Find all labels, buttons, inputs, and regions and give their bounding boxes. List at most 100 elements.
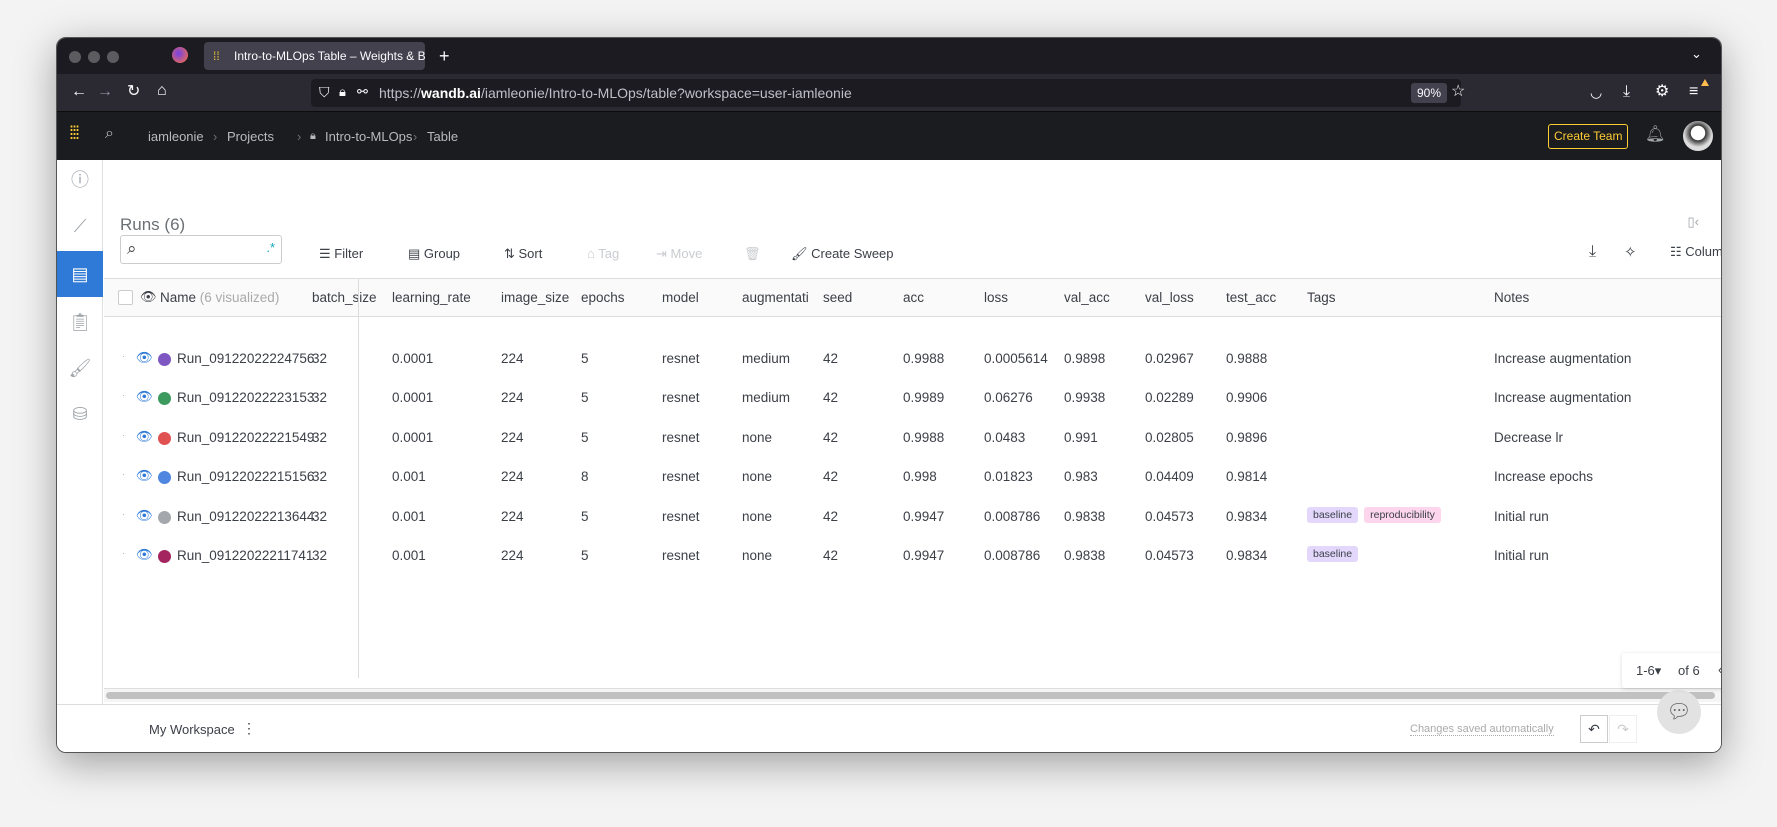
new-tab-button[interactable]: +: [439, 47, 450, 65]
column-header-image_size[interactable]: image_size: [501, 290, 569, 305]
delete-trash-icon[interactable]: 🗑︎: [744, 246, 761, 262]
move-button[interactable]: ⇥ Move: [656, 246, 702, 262]
notes-cell[interactable]: Initial run: [1494, 509, 1549, 524]
row-expand-dot[interactable]: ·: [122, 509, 125, 519]
wandb-logo-icon[interactable]: ⁞⁞⁞: [69, 124, 80, 142]
close-window-button[interactable]: [69, 51, 81, 63]
minimize-window-button[interactable]: [88, 51, 100, 63]
permissions-icon[interactable]: ⚯: [357, 85, 368, 98]
column-header-learning_rate[interactable]: learning_rate: [392, 290, 471, 305]
home-icon[interactable]: ⌂: [157, 83, 167, 99]
run-color-dot[interactable]: [158, 471, 171, 485]
sort-button[interactable]: ⇅ Sort: [504, 246, 542, 262]
avatar[interactable]: [1683, 121, 1713, 151]
tag-baseline[interactable]: baseline: [1307, 546, 1359, 562]
workspace-menu-icon[interactable]: ⋮: [242, 720, 256, 737]
maximize-window-button[interactable]: [107, 51, 119, 63]
run-name[interactable]: Run_09122022223153: [177, 390, 314, 405]
row-expand-dot[interactable]: ·: [122, 430, 125, 440]
run-color-dot[interactable]: [158, 510, 171, 524]
page-size-select[interactable]: 1-6▾: [1636, 663, 1661, 679]
row-expand-dot[interactable]: ·: [122, 548, 125, 558]
visibility-eye-icon[interactable]: 👁︎: [136, 350, 153, 366]
visibility-eye-icon[interactable]: 👁︎: [136, 468, 153, 484]
downloads-icon[interactable]: ⤓: [1623, 84, 1630, 100]
lock-icon[interactable]: 🔒︎: [339, 85, 346, 98]
overview-info-icon[interactable]: ⓘ: [57, 160, 103, 200]
download-icon[interactable]: ⤓: [1589, 243, 1596, 261]
row-expand-dot[interactable]: ·: [122, 390, 125, 400]
tag-baseline[interactable]: baseline: [1307, 506, 1359, 523]
group-button[interactable]: ▤ Group: [408, 246, 460, 262]
chat-support-icon[interactable]: 💬︎: [1657, 690, 1701, 734]
column-header-augmentati[interactable]: augmentati: [742, 290, 818, 305]
table-row[interactable]: · 👁︎ Run_09122022223153 32 0.0001 224 5 resne…: [104, 379, 1721, 418]
forward-icon[interactable]: →: [97, 84, 113, 100]
run-color-dot[interactable]: [158, 392, 171, 406]
visibility-eye-icon[interactable]: 👁︎: [136, 547, 153, 563]
run-name[interactable]: Run_09122022221549: [177, 430, 314, 445]
search-icon[interactable]: ⌕: [105, 126, 114, 142]
filter-button[interactable]: ☰ Filter: [319, 246, 363, 262]
notes-cell[interactable]: Decrease lr: [1494, 430, 1563, 445]
magic-wand-icon[interactable]: ✧: [1624, 243, 1637, 261]
visibility-eye-icon[interactable]: 👁︎: [140, 289, 157, 305]
column-header-test_acc[interactable]: test_acc: [1226, 290, 1276, 305]
tab-list-chevron-icon[interactable]: ⌄: [1691, 47, 1702, 60]
tag-reproducibility[interactable]: reproducibility: [1364, 506, 1441, 523]
undo-icon[interactable]: ↶: [1580, 715, 1608, 743]
browser-tab[interactable]: ⁞⁞ Intro-to-MLOps Table – Weights & Bias…: [204, 42, 425, 70]
prev-page-icon[interactable]: ‹: [1718, 662, 1721, 677]
settings-gear-icon[interactable]: ⚙: [1655, 84, 1669, 100]
charts-icon[interactable]: ⟋: [57, 206, 103, 246]
column-header-batch_size[interactable]: batch_size: [312, 290, 377, 305]
pocket-icon[interactable]: ◡: [1590, 85, 1602, 99]
workspace-name[interactable]: My Workspace: [149, 722, 235, 737]
bookmark-star-icon[interactable]: ☆: [1451, 84, 1465, 100]
columns-button[interactable]: ☷ Columns: [1670, 244, 1721, 260]
table-row[interactable]: · 👁︎ Run_09122022215156 32 0.001 224 8 resnet…: [104, 458, 1721, 497]
run-color-dot[interactable]: [158, 550, 171, 563]
column-header-model[interactable]: model: [662, 290, 699, 305]
tag-button[interactable]: ⌂ Tag: [587, 246, 619, 261]
row-expand-dot[interactable]: ·: [122, 351, 125, 361]
regex-toggle[interactable]: .*: [266, 240, 275, 255]
column-header-epochs[interactable]: epochs: [581, 290, 625, 305]
column-header-notes[interactable]: Notes: [1494, 290, 1529, 305]
run-name[interactable]: Run_09122022224756: [177, 351, 314, 366]
breadcrumb-user[interactable]: iamleonie: [148, 129, 204, 144]
table-row[interactable]: · 👁︎ Run_09122022224756 32 0.0001 224 5 resne…: [104, 340, 1721, 379]
visibility-eye-icon[interactable]: 👁︎: [136, 429, 153, 445]
zoom-level[interactable]: 90%: [1411, 83, 1448, 103]
row-expand-dot[interactable]: ·: [122, 469, 125, 479]
visibility-eye-icon[interactable]: 👁︎: [136, 389, 153, 405]
breadcrumb-project[interactable]: Intro-to-MLOps: [325, 129, 412, 144]
breadcrumb-projects[interactable]: Projects: [227, 129, 274, 144]
notes-cell[interactable]: Initial run: [1494, 548, 1549, 563]
column-header-seed[interactable]: seed: [823, 290, 852, 305]
reload-icon[interactable]: ↻: [127, 84, 140, 100]
horizontal-scrollbar[interactable]: [104, 688, 1721, 702]
name-column-header[interactable]: Name (6 visualized): [160, 290, 279, 305]
create-sweep-button[interactable]: 🖌︎ Create Sweep: [791, 246, 894, 262]
url-bar[interactable]: ⛉ 🔒︎ ⚯ https://wandb.ai/iamleonie/Intro-…: [311, 79, 1465, 107]
reports-icon[interactable]: 📋︎: [57, 302, 103, 342]
artifacts-database-icon[interactable]: ⛁: [57, 394, 103, 434]
table-icon[interactable]: ▤: [57, 251, 103, 297]
breadcrumb-table[interactable]: Table: [427, 129, 458, 144]
table-row[interactable]: · 👁︎ Run_09122022213644 32 0.001 224 5 resnet…: [104, 498, 1721, 537]
search-input[interactable]: ⌕ .*: [120, 235, 282, 264]
back-icon[interactable]: ←: [71, 84, 87, 100]
column-header-val_acc[interactable]: val_acc: [1064, 290, 1110, 305]
run-name[interactable]: Run_09122022213644: [177, 509, 314, 524]
column-header-loss[interactable]: loss: [984, 290, 1008, 305]
redo-icon[interactable]: ↷: [1609, 715, 1637, 743]
create-team-button[interactable]: Create Team: [1548, 124, 1629, 149]
run-color-dot[interactable]: [158, 353, 171, 366]
run-name[interactable]: Run_09122022211741: [177, 548, 313, 563]
collapse-panel-icon[interactable]: ▯‹: [1688, 214, 1699, 230]
notes-cell[interactable]: Increase augmentation: [1494, 390, 1631, 405]
column-header-val_loss[interactable]: val_loss: [1145, 290, 1194, 305]
sweeps-broom-icon[interactable]: 🖌︎: [57, 348, 103, 388]
shield-icon[interactable]: ⛉: [319, 85, 330, 99]
